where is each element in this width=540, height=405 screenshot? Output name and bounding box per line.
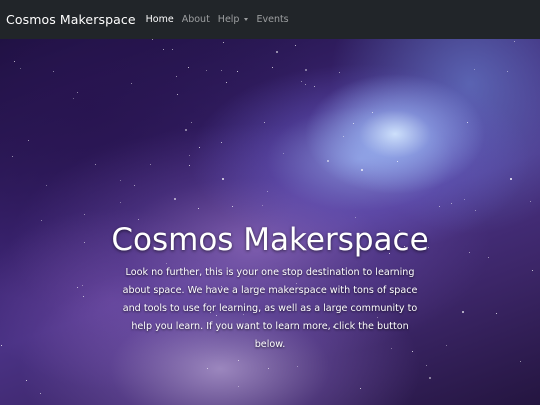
hero-description: Look no further, this is your one stop d…	[122, 267, 418, 350]
nav-dropdown-help[interactable]: Help	[218, 14, 249, 25]
navbar: Cosmos Makerspace Home About Help Events	[0, 0, 540, 39]
nav-link-about[interactable]: About	[182, 14, 210, 25]
nav-links: Home About Help Events	[146, 14, 297, 25]
nav-link-home[interactable]: Home	[146, 14, 174, 25]
chevron-down-icon	[244, 18, 249, 21]
brand-link[interactable]: Cosmos Makerspace	[6, 12, 136, 27]
nav-link-events[interactable]: Events	[256, 14, 288, 25]
nav-dropdown-help-label: Help	[217, 14, 240, 25]
hero-title: Cosmos Makerspace	[111, 222, 429, 258]
hero-content: Cosmos Makerspace Look no further, this …	[0, 39, 540, 405]
hero-section: Cosmos Makerspace Look no further, this …	[0, 39, 540, 405]
